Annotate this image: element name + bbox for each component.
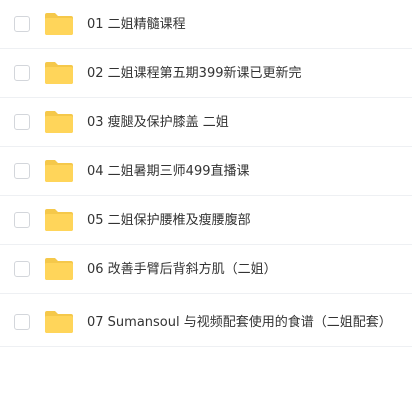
row-checkbox[interactable] [14,163,30,179]
list-item[interactable]: 06 改善手臂后背斜方肌（二姐） [0,245,412,294]
file-name[interactable]: 07 Sumansoul 与视频配套使用的食谱（二姐配套） [87,298,392,347]
folder-icon[interactable] [44,12,74,36]
folder-icon[interactable] [44,159,74,183]
folder-icon[interactable] [44,110,74,134]
list-item[interactable]: 05 二姐保护腰椎及瘦腰腹部 [0,196,412,245]
file-name[interactable]: 03 瘦腿及保护膝盖 二姐 [87,98,229,147]
row-checkbox[interactable] [14,65,30,81]
list-item[interactable]: 04 二姐暑期三师499直播课 [0,147,412,196]
row-checkbox[interactable] [14,16,30,32]
folder-icon[interactable] [44,257,74,281]
file-list: 01 二姐精髓课程 02 二姐课程第五期399新课已更新完 03 瘦腿及保护膝盖… [0,0,412,405]
file-name[interactable]: 06 改善手臂后背斜方肌（二姐） [87,245,277,294]
row-checkbox[interactable] [14,314,30,330]
folder-icon[interactable] [44,310,74,334]
file-name[interactable]: 04 二姐暑期三师499直播课 [87,147,250,196]
row-checkbox[interactable] [14,261,30,277]
list-item[interactable]: 02 二姐课程第五期399新课已更新完 [0,49,412,98]
list-item[interactable]: 03 瘦腿及保护膝盖 二姐 [0,98,412,147]
folder-icon[interactable] [44,61,74,85]
row-checkbox[interactable] [14,212,30,228]
file-name[interactable]: 01 二姐精髓课程 [87,0,186,49]
file-name[interactable]: 02 二姐课程第五期399新课已更新完 [87,49,302,98]
list-item[interactable]: 07 Sumansoul 与视频配套使用的食谱（二姐配套） [0,298,412,347]
list-item[interactable]: 01 二姐精髓课程 [0,0,412,49]
file-name[interactable]: 05 二姐保护腰椎及瘦腰腹部 [87,196,251,245]
row-checkbox[interactable] [14,114,30,130]
folder-icon[interactable] [44,208,74,232]
